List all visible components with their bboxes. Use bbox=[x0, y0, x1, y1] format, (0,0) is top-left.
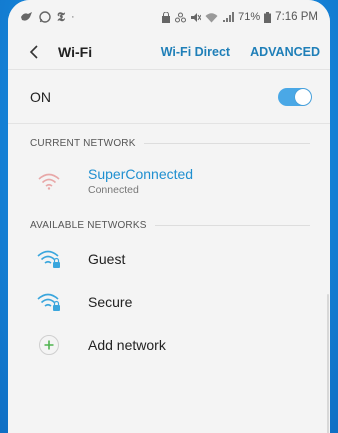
add-network-item[interactable]: Add network bbox=[8, 324, 330, 366]
battery-percent: 71% bbox=[238, 11, 261, 23]
toggle-knob bbox=[295, 88, 311, 105]
wifi-switch-row[interactable]: ON bbox=[8, 70, 330, 124]
app-header: Wi-Fi Wi-Fi Direct ADVANCED bbox=[8, 34, 330, 70]
more-dot-icon: · bbox=[70, 11, 75, 23]
available-networks-header: AVAILABLE NETWORKS bbox=[8, 212, 330, 238]
scrollbar[interactable] bbox=[327, 294, 329, 433]
wifi-lock-icon bbox=[34, 291, 64, 313]
network-name: Secure bbox=[88, 294, 133, 310]
network-name: Guest bbox=[88, 251, 126, 267]
notification-icon bbox=[21, 12, 32, 21]
current-network-label: CURRENT NETWORK bbox=[30, 137, 136, 149]
current-network-header: CURRENT NETWORK bbox=[8, 130, 330, 156]
battery-icon bbox=[264, 11, 272, 23]
current-network-status: Connected bbox=[88, 184, 139, 196]
chevron-left-icon bbox=[29, 44, 38, 59]
wifi-toggle[interactable] bbox=[278, 87, 312, 106]
mute-icon bbox=[191, 12, 202, 22]
wifi-status-icon bbox=[205, 12, 218, 22]
page-title: Wi-Fi bbox=[58, 43, 93, 60]
current-network-item[interactable]: SuperConnected Connected bbox=[8, 156, 330, 206]
divider bbox=[154, 224, 310, 226]
add-icon bbox=[34, 334, 64, 356]
clock: 7:16 PM bbox=[275, 11, 318, 23]
lock-notify-icon bbox=[162, 11, 171, 23]
news-icon: 𝕿 bbox=[57, 9, 65, 25]
advanced-button[interactable]: ADVANCED bbox=[250, 45, 320, 59]
phone-screen: 𝕿 · 71% 7:16 PM Wi-Fi Wi-Fi Direct ADVAN… bbox=[8, 0, 330, 433]
wifi-icon bbox=[34, 170, 64, 192]
add-network-label: Add network bbox=[88, 337, 166, 353]
status-bar: 𝕿 · 71% 7:16 PM bbox=[8, 0, 330, 34]
wifi-direct-button[interactable]: Wi-Fi Direct bbox=[161, 45, 230, 59]
whatsapp-icon bbox=[39, 11, 51, 23]
sync-icon bbox=[175, 12, 187, 22]
current-network-name: SuperConnected bbox=[88, 166, 194, 182]
back-button[interactable] bbox=[22, 40, 46, 64]
switch-label: ON bbox=[30, 88, 51, 105]
available-networks-label: AVAILABLE NETWORKS bbox=[30, 219, 147, 231]
signal-icon bbox=[223, 11, 235, 22]
network-item-secure[interactable]: Secure bbox=[8, 280, 330, 324]
divider bbox=[143, 142, 310, 144]
wifi-lock-icon bbox=[34, 248, 64, 270]
network-item-guest[interactable]: Guest bbox=[8, 238, 330, 280]
